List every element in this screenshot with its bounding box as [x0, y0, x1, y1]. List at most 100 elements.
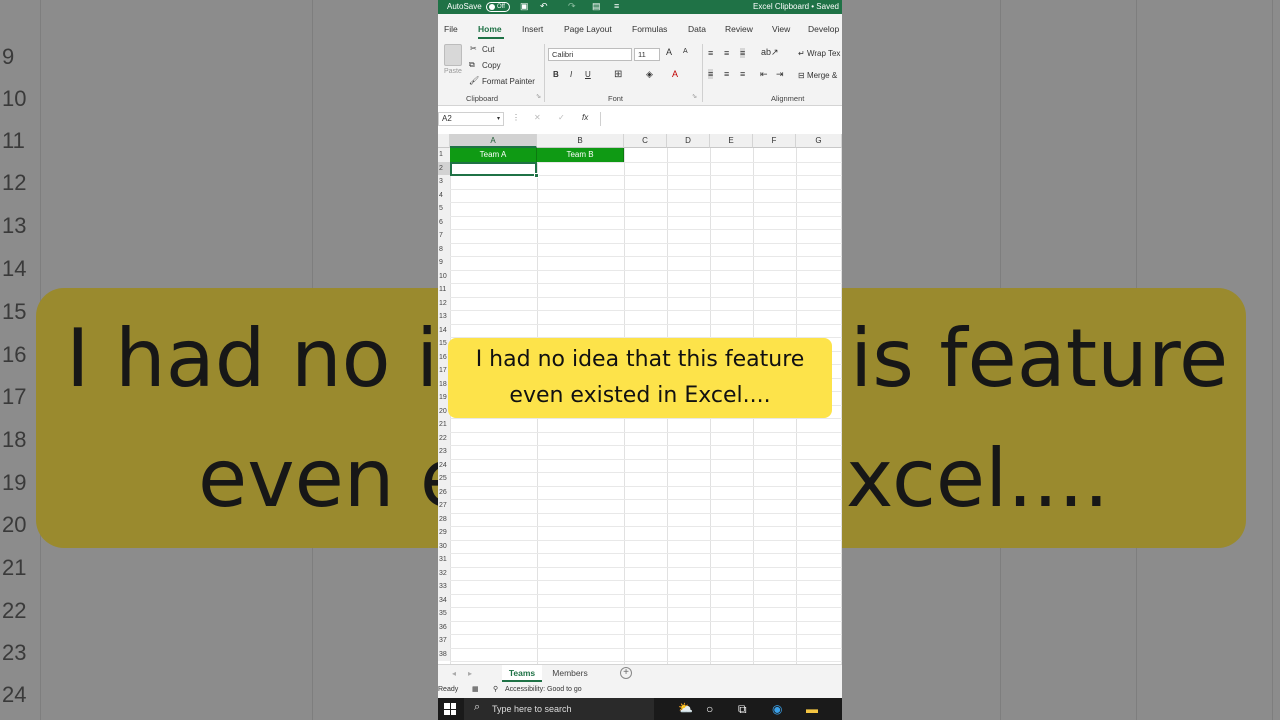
tab-view[interactable]: View: [772, 24, 790, 34]
row-header[interactable]: 37: [438, 634, 450, 648]
align-right-icon[interactable]: ≡: [740, 69, 745, 79]
cancel-icon[interactable]: ✕: [534, 113, 541, 122]
tab-formulas[interactable]: Formulas: [632, 24, 667, 34]
column-header-f[interactable]: F: [753, 134, 796, 148]
row-header[interactable]: 2: [438, 161, 450, 175]
row-header[interactable]: 10: [438, 269, 450, 283]
orientation-icon[interactable]: ab↗: [761, 47, 779, 58]
row-header[interactable]: 30: [438, 539, 450, 553]
decrease-indent-icon[interactable]: ⇤: [760, 69, 768, 80]
select-all-corner[interactable]: [438, 134, 450, 148]
fill-color-icon[interactable]: ◈: [646, 69, 653, 80]
row-header[interactable]: 35: [438, 607, 450, 621]
align-bottom-icon[interactable]: ≡: [740, 48, 746, 58]
column-header-g[interactable]: G: [796, 134, 842, 148]
row-header[interactable]: 25: [438, 472, 450, 486]
row-header[interactable]: 13: [438, 310, 450, 324]
paste-icon[interactable]: [444, 44, 462, 66]
format-painter-icon[interactable]: 🖌: [469, 76, 479, 85]
column-header-a[interactable]: A: [450, 134, 537, 148]
font-color-icon[interactable]: A: [672, 69, 678, 79]
edge-icon[interactable]: ◉: [772, 702, 782, 716]
undo-icon[interactable]: ↶: [540, 1, 548, 12]
taskbar-search[interactable]: ⌕ Type here to search ⛅: [464, 698, 693, 720]
cut-icon[interactable]: ✂: [470, 44, 477, 53]
prev-sheet-icon[interactable]: ◂: [452, 669, 456, 678]
formula-input[interactable]: [600, 112, 842, 126]
windows-start-icon[interactable]: [444, 703, 456, 715]
align-middle-icon[interactable]: ≡: [724, 48, 729, 58]
copy-icon[interactable]: ⧉: [469, 60, 475, 70]
column-header-e[interactable]: E: [710, 134, 753, 148]
tab-insert[interactable]: Insert: [522, 24, 543, 34]
tab-data[interactable]: Data: [688, 24, 706, 34]
align-center-icon[interactable]: ≡: [724, 69, 729, 79]
row-header[interactable]: 27: [438, 499, 450, 513]
font-dialog-launcher-icon[interactable]: ⬂: [692, 93, 697, 100]
row-header[interactable]: 28: [438, 512, 450, 526]
row-header[interactable]: 6: [438, 215, 450, 229]
row-header[interactable]: 36: [438, 620, 450, 634]
paste-button[interactable]: Paste: [444, 68, 462, 75]
row-header[interactable]: 14: [438, 323, 450, 337]
column-header-b[interactable]: B: [537, 134, 624, 148]
merge-center-button[interactable]: ⊟ Merge &: [798, 71, 837, 80]
increase-font-icon[interactable]: A: [666, 47, 672, 57]
redo-icon[interactable]: ↷: [568, 1, 576, 12]
underline-button[interactable]: U: [585, 70, 591, 79]
accessibility-icon[interactable]: ⚲: [493, 685, 498, 693]
active-cell-a2[interactable]: [450, 162, 537, 176]
row-header[interactable]: 12: [438, 296, 450, 310]
format-painter-button[interactable]: Format Painter: [482, 77, 535, 86]
row-header[interactable]: 21: [438, 418, 450, 432]
next-sheet-icon[interactable]: ▸: [468, 669, 472, 678]
row-header[interactable]: 22: [438, 431, 450, 445]
row-header[interactable]: 4: [438, 188, 450, 202]
italic-button[interactable]: I: [570, 70, 572, 79]
weather-icon[interactable]: ⛅: [678, 701, 693, 715]
customize-toolbar-icon[interactable]: ≡: [614, 1, 619, 11]
enter-icon[interactable]: ✓: [558, 113, 565, 122]
column-header-d[interactable]: D: [667, 134, 710, 148]
row-header[interactable]: 11: [438, 283, 450, 297]
file-explorer-icon[interactable]: ▬: [806, 702, 818, 716]
decrease-font-icon[interactable]: A: [683, 48, 688, 55]
tab-page-layout[interactable]: Page Layout: [564, 24, 612, 34]
row-header[interactable]: 7: [438, 229, 450, 243]
save-icon[interactable]: ▣: [520, 1, 529, 12]
sheet-tab-teams[interactable]: Teams: [502, 665, 542, 682]
cell-b1[interactable]: Team B: [537, 148, 624, 162]
row-header[interactable]: 33: [438, 580, 450, 594]
row-header[interactable]: 34: [438, 593, 450, 607]
row-header[interactable]: 23: [438, 445, 450, 459]
row-header[interactable]: 32: [438, 566, 450, 580]
row-header[interactable]: 8: [438, 242, 450, 256]
column-header-c[interactable]: C: [624, 134, 667, 148]
document-title[interactable]: Excel Clipboard • Saved: [753, 2, 839, 11]
insert-function-icon[interactable]: fx: [582, 113, 588, 122]
macro-record-icon[interactable]: ▦: [472, 685, 479, 693]
bold-button[interactable]: B: [553, 70, 559, 79]
dialog-launcher-icon[interactable]: ⬂: [536, 93, 541, 100]
add-sheet-icon[interactable]: +: [620, 667, 632, 679]
cell-a1[interactable]: Team A: [450, 148, 537, 162]
increase-indent-icon[interactable]: ⇥: [776, 69, 784, 80]
autosave-toggle[interactable]: Off: [486, 2, 510, 12]
task-view-icon[interactable]: ⧉: [738, 702, 747, 717]
row-header[interactable]: 24: [438, 458, 450, 472]
row-header[interactable]: 26: [438, 485, 450, 499]
row-header[interactable]: 29: [438, 526, 450, 540]
name-box[interactable]: A2 ▾: [438, 112, 504, 126]
align-left-icon[interactable]: ≡: [708, 69, 714, 79]
sheet-tab-members[interactable]: Members: [546, 665, 594, 682]
copy-button[interactable]: Copy: [482, 61, 501, 70]
borders-icon[interactable]: ⊞: [614, 69, 622, 80]
quick-access-icon[interactable]: ▤: [592, 1, 601, 12]
cut-button[interactable]: Cut: [482, 45, 494, 54]
font-name-dropdown[interactable]: Calibri: [548, 48, 632, 61]
row-header[interactable]: 31: [438, 553, 450, 567]
tab-review[interactable]: Review: [725, 24, 753, 34]
accessibility-status[interactable]: Accessibility: Good to go: [505, 686, 582, 693]
row-header[interactable]: 3: [438, 175, 450, 189]
font-size-dropdown[interactable]: 11: [634, 48, 660, 61]
